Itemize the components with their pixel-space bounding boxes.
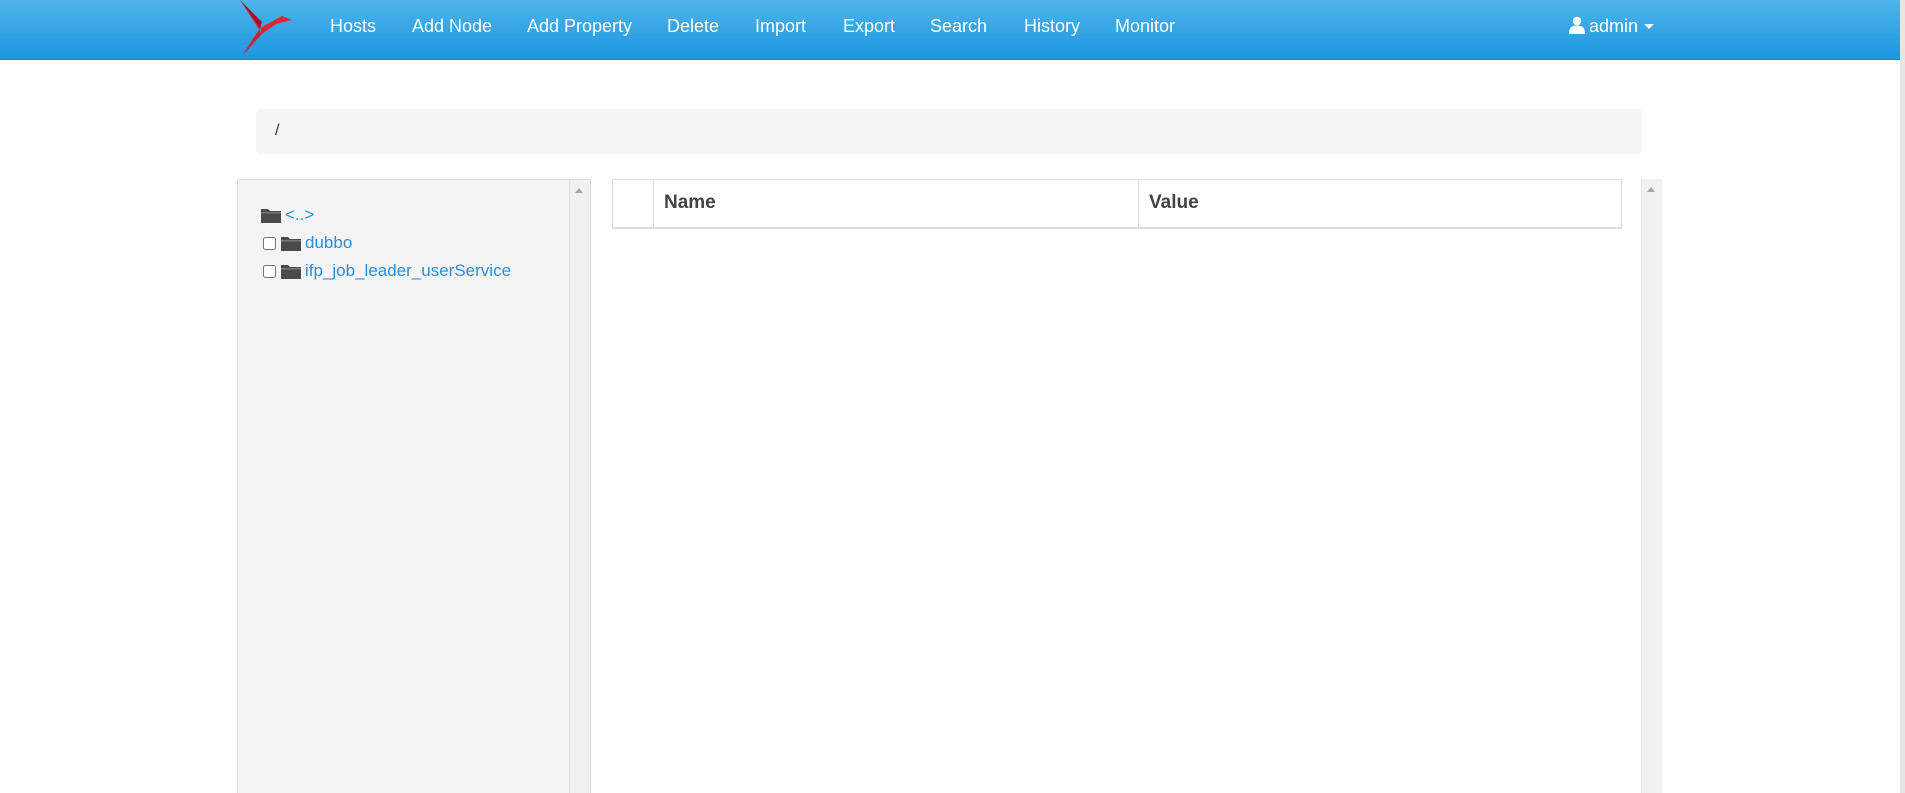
folder-icon: [261, 209, 281, 223]
tree-item-parent[interactable]: <..>: [261, 204, 314, 226]
breadcrumb-path: /: [275, 122, 280, 139]
user-icon: [1569, 16, 1585, 34]
tree-link-ifp-job-leader[interactable]: ifp_job_leader_userService: [305, 261, 511, 281]
nav-hosts[interactable]: Hosts: [330, 16, 376, 37]
nav-add-node[interactable]: Add Node: [412, 16, 492, 37]
tree-link-dubbo[interactable]: dubbo: [305, 233, 352, 253]
scroll-up-arrow-icon[interactable]: [575, 188, 583, 193]
tree-item-ifp-job-leader[interactable]: ifp_job_leader_userService: [263, 260, 511, 282]
nav-history[interactable]: History: [1024, 16, 1080, 37]
window-scrollbar[interactable]: [1900, 0, 1905, 793]
nav-delete[interactable]: Delete: [667, 16, 719, 37]
nav-import[interactable]: Import: [755, 16, 806, 37]
scroll-up-arrow-icon[interactable]: [1647, 187, 1655, 192]
nav-export[interactable]: Export: [843, 16, 895, 37]
table-header-row: Name Value: [612, 179, 1622, 229]
nav-add-property[interactable]: Add Property: [527, 16, 632, 37]
tree-parent-link[interactable]: <..>: [285, 205, 314, 225]
node-tree-panel: <..> dubbo ifp_job_leader_userService: [237, 179, 591, 793]
tree-checkbox-dubbo[interactable]: [263, 236, 276, 250]
tree-checkbox-ifp-job-leader[interactable]: [263, 264, 276, 278]
tree-item-dubbo[interactable]: dubbo: [263, 232, 352, 254]
property-table-container: Name Value: [612, 179, 1622, 229]
property-table: Name Value: [612, 179, 1622, 229]
table-header-select: [612, 179, 654, 229]
caret-down-icon: [1644, 24, 1655, 29]
table-header-value: Value: [1138, 179, 1622, 229]
folder-icon: [281, 237, 301, 251]
top-navbar: Hosts Add Node Add Property Delete Impor…: [0, 0, 1900, 60]
breadcrumb: /: [256, 109, 1642, 154]
bird-logo-icon[interactable]: [236, 0, 296, 56]
table-header-name: Name: [653, 179, 1139, 229]
nav-search[interactable]: Search: [930, 16, 987, 37]
nav-monitor[interactable]: Monitor: [1115, 16, 1175, 37]
table-scrollbar[interactable]: [1641, 179, 1662, 793]
user-name: admin: [1589, 16, 1639, 36]
user-menu[interactable]: admin: [1569, 16, 1655, 37]
folder-icon: [281, 265, 301, 279]
tree-scrollbar[interactable]: [569, 180, 590, 793]
